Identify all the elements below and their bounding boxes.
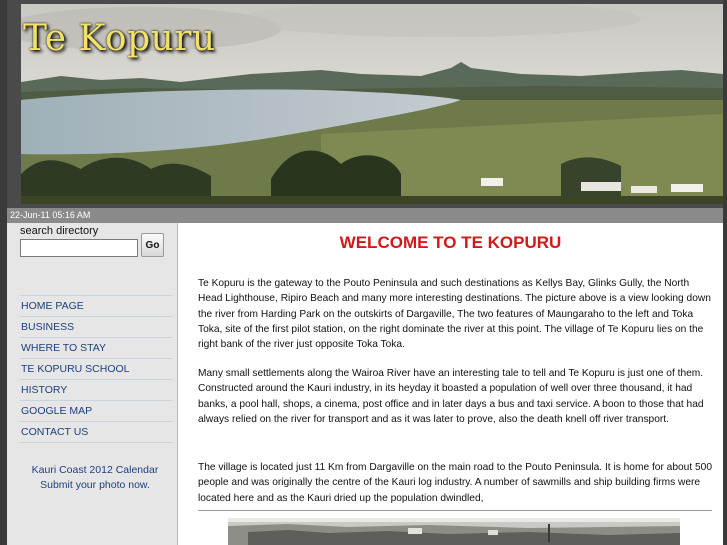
historic-photo: [228, 518, 680, 545]
header: Te Kopuru: [7, 0, 723, 208]
nav-where-to-stay[interactable]: WHERE TO STAY: [20, 337, 172, 358]
search-input[interactable]: [20, 239, 138, 257]
nav-contact-us[interactable]: CONTACT US: [20, 421, 172, 443]
intro-paragraph: Te Kopuru is the gateway to the Pouto Pe…: [198, 278, 711, 351]
search-label: search directory: [20, 225, 99, 237]
submit-photo-link[interactable]: Submit your photo now.: [17, 478, 173, 493]
calendar-link[interactable]: Kauri Coast 2012 Calendar: [17, 463, 173, 478]
page-heading: WELCOME TO TE KOPURU: [339, 233, 562, 252]
history-paragraph: Many small settlements along the Wairoa …: [198, 368, 704, 425]
page: Te Kopuru 22-Jun-11 05:16 AM search dire…: [0, 0, 727, 545]
main-nav: HOME PAGE BUSINESS WHERE TO STAY TE KOPU…: [20, 295, 172, 443]
sidebar: search directory Go HOME PAGE BUSINESS W…: [7, 223, 178, 545]
nav-business[interactable]: BUSINESS: [20, 316, 172, 337]
nav-history[interactable]: HISTORY: [20, 379, 172, 400]
date-time: 22-Jun-11 05:16 AM: [7, 208, 723, 223]
divider: [198, 510, 712, 511]
location-paragraph: The village is located just 11 Km from D…: [198, 462, 712, 504]
nav-home-page[interactable]: HOME PAGE: [20, 295, 172, 316]
nav-te-kopuru-school[interactable]: TE KOPURU SCHOOL: [20, 358, 172, 379]
right-border: [723, 0, 727, 545]
site-title: Te Kopuru: [23, 18, 216, 59]
main-content: WELCOME TO TE KOPURU Te Kopuru is the ga…: [178, 223, 723, 545]
go-button[interactable]: Go: [141, 233, 164, 257]
nav-google-map[interactable]: GOOGLE MAP: [20, 400, 172, 421]
left-border: [0, 0, 7, 545]
calendar-promo: Kauri Coast 2012 Calendar Submit your ph…: [17, 463, 173, 493]
